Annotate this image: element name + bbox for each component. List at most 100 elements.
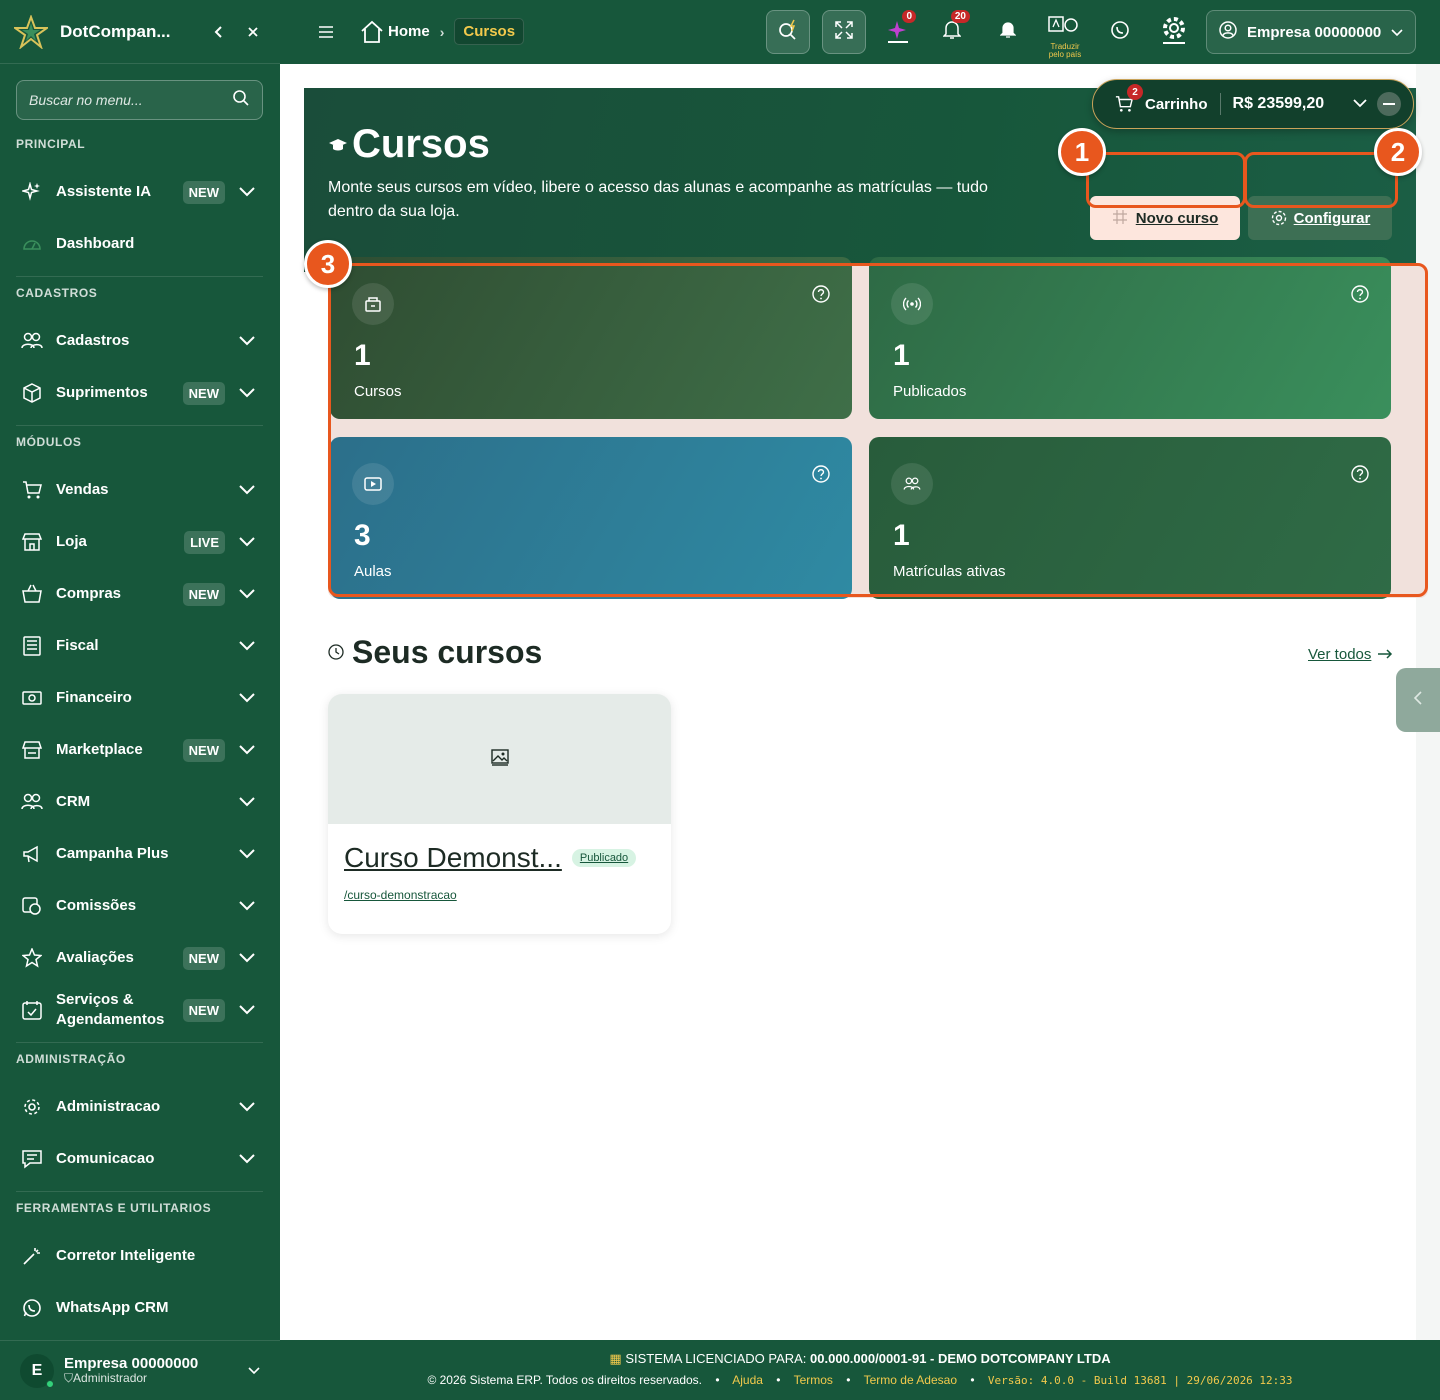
- collapse-sidebar-icon[interactable]: [206, 19, 232, 45]
- sidebar-item-vendas[interactable]: Vendas: [16, 468, 263, 512]
- cart-icon: 2: [1113, 84, 1143, 115]
- stat-value: 1: [354, 339, 371, 372]
- bell-icon: [942, 20, 962, 45]
- fullscreen-button[interactable]: [822, 10, 866, 54]
- sidebar-item-administracao[interactable]: Administracao: [16, 1085, 263, 1129]
- chevron-down-icon[interactable]: [237, 1000, 257, 1020]
- side-panel-toggle[interactable]: [1396, 668, 1440, 732]
- sidebar-item-avaliacoes[interactable]: Avaliações NEW: [16, 936, 263, 980]
- menu-search[interactable]: [16, 80, 263, 120]
- chevron-down-icon[interactable]: [237, 844, 257, 864]
- cart-label: Carrinho: [1145, 95, 1208, 113]
- company-name: Empresa 00000000: [1247, 23, 1382, 41]
- chevron-down-icon[interactable]: [237, 636, 257, 656]
- sidebar-item-campanha-plus[interactable]: Campanha Plus: [16, 832, 263, 876]
- alerts-button[interactable]: [986, 10, 1030, 54]
- topbar: Home › Cursos 0 20 Traduzir pelo país Em…: [280, 0, 1440, 64]
- sidebar-item-corretor[interactable]: Corretor Inteligente: [16, 1234, 263, 1278]
- menu-search-input[interactable]: [29, 92, 232, 108]
- sidebar-item-servicos[interactable]: Serviços & Agendamentos NEW: [16, 988, 263, 1032]
- help-circle-icon[interactable]: [812, 285, 830, 303]
- new-badge: NEW: [182, 381, 225, 405]
- chevron-down-icon[interactable]: [1353, 95, 1367, 113]
- cash-icon: [20, 686, 44, 710]
- sidebar-item-crm[interactable]: CRM: [16, 780, 263, 824]
- quick-search-button[interactable]: [766, 10, 810, 54]
- chevron-down-icon[interactable]: [237, 740, 257, 760]
- sidebar-item-cadastros[interactable]: Cadastros: [16, 319, 263, 363]
- sidebar-item-label: Compras: [56, 585, 122, 602]
- sidebar-item-label: CRM: [56, 793, 91, 810]
- stat-value: 1: [893, 519, 910, 552]
- chevron-down-icon[interactable]: [248, 1362, 260, 1380]
- search-icon[interactable]: [232, 89, 250, 112]
- course-card[interactable]: Curso Demonst... Publicado /curso-demons…: [328, 694, 671, 934]
- help-circle-icon[interactable]: [812, 465, 830, 483]
- sidebar-item-marketplace[interactable]: Marketplace NEW: [16, 728, 263, 772]
- chevron-down-icon[interactable]: [237, 896, 257, 916]
- chevron-down-icon[interactable]: [237, 1149, 257, 1169]
- settings-button[interactable]: [1152, 10, 1196, 54]
- sidebar-item-assistente-ia[interactable]: Assistente IA NEW: [16, 170, 263, 214]
- cart-count-badge: 2: [1127, 84, 1143, 100]
- help-circle-icon[interactable]: [1351, 285, 1369, 303]
- sidebar-item-comissoes[interactable]: Comissões: [16, 884, 263, 928]
- new-badge: NEW: [182, 582, 225, 606]
- new-course-button[interactable]: Novo curso: [1090, 196, 1240, 240]
- user-menu[interactable]: E Empresa 00000000 ⛉Administrador: [0, 1340, 280, 1400]
- sidebar-item-compras[interactable]: Compras NEW: [16, 572, 263, 616]
- sidebar-item-label: Comissões: [56, 897, 137, 914]
- chevron-down-icon[interactable]: [237, 1097, 257, 1117]
- sidebar-item-dashboard[interactable]: Dashboard: [16, 222, 263, 266]
- company-selector[interactable]: Empresa 00000000: [1206, 10, 1416, 54]
- chevron-down-icon[interactable]: [237, 792, 257, 812]
- sidebar-item-financeiro[interactable]: Financeiro: [16, 676, 263, 720]
- translate-label: Traduzir pelo país: [1048, 42, 1082, 59]
- notifications-button[interactable]: 20: [930, 10, 974, 54]
- chevron-down-icon[interactable]: [237, 532, 257, 552]
- sidebar-item-label: Dashboard: [56, 235, 135, 252]
- course-slug[interactable]: /curso-demonstracao: [328, 874, 671, 902]
- chevron-down-icon[interactable]: [237, 182, 257, 202]
- sidebar-item-suprimentos[interactable]: Suprimentos NEW: [16, 371, 263, 415]
- chevron-down-icon[interactable]: [237, 584, 257, 604]
- see-all-link[interactable]: Ver todos: [1308, 646, 1393, 663]
- course-name[interactable]: Curso Demonst...: [344, 842, 562, 874]
- stat-value: 1: [893, 339, 910, 372]
- online-status-dot: [46, 1379, 54, 1388]
- chevron-down-icon[interactable]: [237, 331, 257, 351]
- configure-button[interactable]: Configurar: [1248, 196, 1392, 240]
- cart-total: R$ 23599,20: [1232, 95, 1325, 112]
- help-link[interactable]: Ajuda: [732, 1373, 763, 1387]
- hamburger-menu-icon[interactable]: [316, 20, 336, 44]
- section-title-text: Seus cursos: [352, 634, 543, 670]
- chevron-down-icon[interactable]: [237, 383, 257, 403]
- sidebar-item-label: Serviços & Agendamentos: [56, 991, 165, 1028]
- whatsapp-icon: [1110, 20, 1130, 45]
- chevron-down-icon[interactable]: [237, 688, 257, 708]
- chevron-down-icon[interactable]: [237, 948, 257, 968]
- sidebar-item-loja[interactable]: Loja LIVE: [16, 520, 263, 564]
- page-title: Cursos: [328, 122, 490, 167]
- storefront-icon: [20, 738, 44, 762]
- cart-summary[interactable]: 2 Carrinho R$ 23599,20: [1092, 79, 1414, 129]
- terms-link[interactable]: Termos: [794, 1373, 833, 1387]
- stat-card-aulas: 3 Aulas: [330, 437, 852, 599]
- gauge-icon: [20, 232, 44, 256]
- sidebar-item-whatsapp[interactable]: WhatsApp CRM: [16, 1286, 263, 1330]
- sidebar-item-label: Financeiro: [56, 689, 132, 706]
- adhesion-terms-link[interactable]: Termo de Adesao: [864, 1373, 957, 1387]
- home-icon[interactable]: [360, 20, 384, 44]
- whatsapp-button[interactable]: [1098, 10, 1142, 54]
- help-circle-icon[interactable]: [1351, 465, 1369, 483]
- breadcrumb-home[interactable]: Home: [388, 23, 430, 40]
- divider: [16, 425, 263, 426]
- ai-assistant-button[interactable]: 0: [876, 10, 920, 54]
- chevron-down-icon[interactable]: [237, 480, 257, 500]
- sidebar-item-fiscal[interactable]: Fiscal: [16, 624, 263, 668]
- sidebar-item-comunicacao[interactable]: Comunicacao: [16, 1137, 263, 1181]
- clock-icon: [328, 643, 346, 662]
- close-icon[interactable]: [240, 19, 266, 45]
- minimize-cart-button[interactable]: [1377, 92, 1401, 116]
- translate-button[interactable]: Traduzir pelo país: [1042, 10, 1086, 59]
